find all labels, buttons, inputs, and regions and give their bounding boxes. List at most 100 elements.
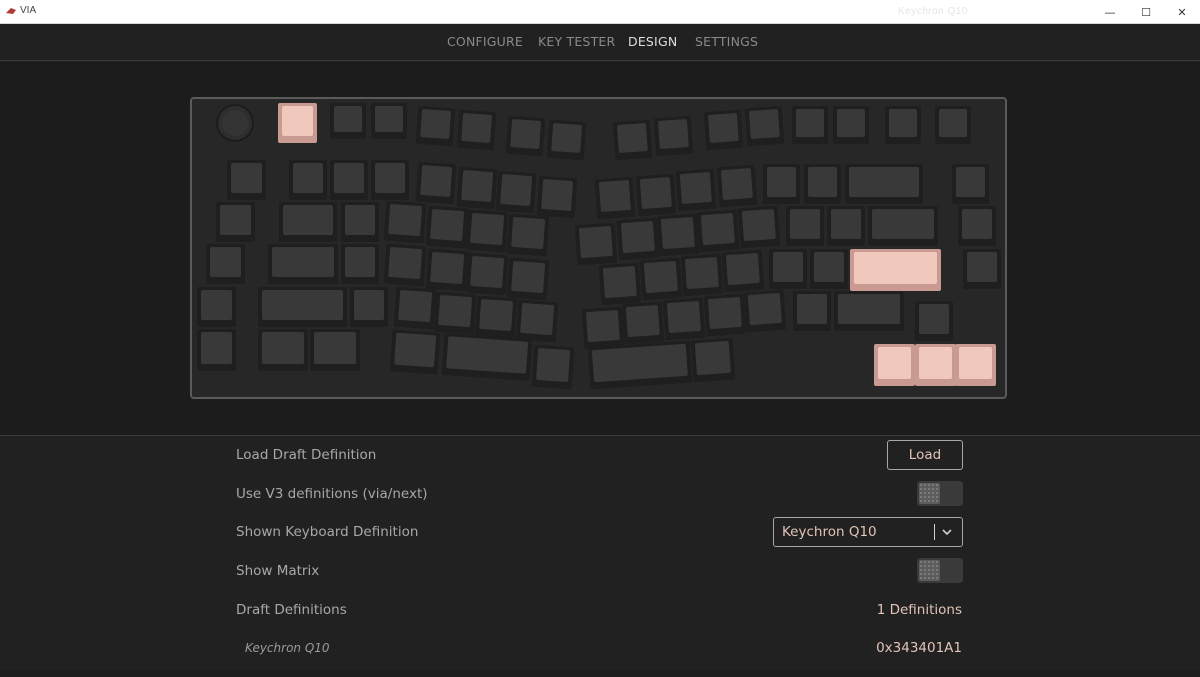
- key[interactable]: [206, 244, 245, 284]
- key[interactable]: [834, 291, 904, 331]
- key[interactable]: [958, 206, 996, 246]
- key[interactable]: [268, 244, 338, 284]
- key[interactable]: [793, 291, 831, 331]
- key[interactable]: [792, 106, 828, 144]
- key[interactable]: [227, 160, 266, 200]
- close-button[interactable]: ✕: [1164, 0, 1200, 24]
- key[interactable]: [383, 200, 427, 244]
- tab-design[interactable]: DESIGN: [628, 34, 677, 49]
- definition-select[interactable]: Keychron Q10: [773, 517, 963, 547]
- key[interactable]: [258, 287, 347, 327]
- key[interactable]: [330, 103, 366, 139]
- key[interactable]: [703, 293, 747, 337]
- key[interactable]: [616, 217, 660, 261]
- key[interactable]: [675, 168, 717, 212]
- key[interactable]: [465, 252, 509, 296]
- key[interactable]: [330, 160, 368, 200]
- chevron-down-icon[interactable]: [940, 522, 954, 542]
- key[interactable]: [441, 332, 533, 382]
- key[interactable]: [833, 106, 869, 144]
- key[interactable]: [885, 106, 921, 144]
- key[interactable]: [786, 206, 824, 246]
- key[interactable]: [935, 106, 971, 144]
- key[interactable]: [341, 202, 379, 242]
- load-button[interactable]: Load: [887, 440, 963, 470]
- key[interactable]: [635, 173, 677, 217]
- tab-settings[interactable]: SETTINGS: [695, 34, 758, 49]
- rotary-knob[interactable]: [216, 104, 254, 142]
- key[interactable]: [594, 176, 636, 220]
- key[interactable]: [587, 340, 693, 390]
- key-selected[interactable]: [874, 344, 915, 386]
- key[interactable]: [506, 257, 550, 301]
- key[interactable]: [680, 253, 724, 297]
- key[interactable]: [621, 301, 665, 345]
- key[interactable]: [495, 170, 537, 214]
- key[interactable]: [744, 105, 785, 147]
- key[interactable]: [197, 329, 236, 371]
- key[interactable]: [474, 295, 518, 339]
- key-selected[interactable]: [915, 344, 956, 386]
- key[interactable]: [868, 206, 938, 246]
- key[interactable]: [696, 209, 740, 253]
- key[interactable]: [371, 160, 409, 200]
- key[interactable]: [515, 299, 559, 343]
- key[interactable]: [598, 262, 642, 306]
- key[interactable]: [963, 249, 1001, 289]
- key[interactable]: [341, 244, 379, 284]
- key[interactable]: [415, 161, 457, 205]
- key[interactable]: [743, 289, 787, 333]
- key[interactable]: [763, 164, 800, 204]
- key[interactable]: [279, 202, 337, 242]
- key[interactable]: [433, 291, 477, 335]
- key[interactable]: [827, 206, 865, 246]
- key[interactable]: [216, 202, 255, 242]
- key[interactable]: [915, 301, 953, 341]
- key-selected[interactable]: [955, 344, 996, 386]
- key[interactable]: [769, 249, 807, 289]
- key[interactable]: [197, 287, 236, 327]
- key[interactable]: [716, 164, 758, 208]
- key[interactable]: [810, 249, 848, 289]
- maximize-button[interactable]: ☐: [1128, 0, 1164, 24]
- key[interactable]: [804, 164, 841, 204]
- key[interactable]: [425, 205, 469, 249]
- key[interactable]: [310, 329, 360, 371]
- key[interactable]: [531, 344, 575, 390]
- key[interactable]: [289, 160, 327, 200]
- key[interactable]: [536, 175, 578, 219]
- key[interactable]: [456, 109, 497, 151]
- key[interactable]: [690, 337, 736, 383]
- key[interactable]: [653, 115, 694, 157]
- use-v3-toggle[interactable]: [917, 481, 963, 506]
- key[interactable]: [721, 249, 765, 293]
- key[interactable]: [581, 306, 625, 350]
- key[interactable]: [371, 103, 407, 139]
- key[interactable]: [393, 286, 437, 330]
- key[interactable]: [952, 164, 989, 204]
- show-matrix-toggle[interactable]: [917, 558, 963, 583]
- tab-key-tester[interactable]: KEY TESTER: [538, 34, 615, 49]
- key[interactable]: [703, 109, 744, 151]
- key[interactable]: [506, 213, 550, 257]
- key[interactable]: [662, 297, 706, 341]
- key[interactable]: [383, 243, 427, 287]
- key[interactable]: [425, 248, 469, 292]
- tab-configure[interactable]: CONFIGURE: [447, 34, 523, 49]
- key[interactable]: [389, 329, 441, 375]
- key[interactable]: [456, 166, 498, 210]
- key[interactable]: [656, 213, 700, 257]
- key[interactable]: [465, 209, 509, 253]
- key-selected[interactable]: [278, 103, 317, 143]
- key[interactable]: [845, 164, 923, 204]
- key[interactable]: [546, 119, 587, 161]
- key[interactable]: [258, 329, 308, 371]
- minimize-button[interactable]: —: [1092, 0, 1128, 24]
- key[interactable]: [639, 257, 683, 301]
- key-selected[interactable]: [850, 249, 941, 291]
- key[interactable]: [574, 222, 618, 266]
- key[interactable]: [350, 287, 388, 327]
- key[interactable]: [737, 205, 781, 249]
- key[interactable]: [505, 115, 546, 157]
- key[interactable]: [415, 105, 456, 147]
